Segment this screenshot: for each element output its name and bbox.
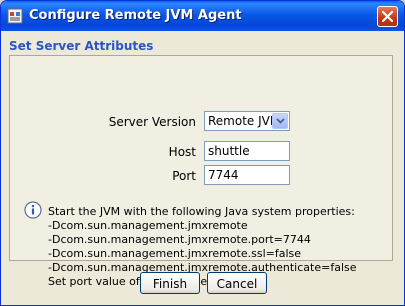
app-icon <box>7 8 23 24</box>
instruction-line: Start the JVM with the following Java sy… <box>48 205 355 218</box>
port-input[interactable] <box>204 165 290 185</box>
instruction-line: -Dcom.sun.management.jmxremote.ssl=false <box>48 247 302 260</box>
attributes-panel: Server Version Remote JVM Host Port <box>9 55 393 288</box>
close-icon <box>382 11 393 22</box>
server-version-select[interactable]: Remote JVM <box>204 111 290 131</box>
finish-button[interactable]: Finish <box>140 272 200 294</box>
instruction-line: -Dcom.sun.management.jmxremote <box>48 219 248 232</box>
host-input[interactable] <box>204 141 290 161</box>
cancel-button[interactable]: Cancel <box>207 272 267 294</box>
dropdown-arrow-button[interactable] <box>272 113 288 129</box>
instruction-line: Set port value of your choice. <box>48 275 211 288</box>
title-bar[interactable]: Configure Remote JVM Agent <box>1 1 404 31</box>
server-version-value: Remote JVM <box>208 114 281 128</box>
instruction-line: -Dcom.sun.management.jmxremote.port=7744 <box>48 233 311 246</box>
instructions-text: Start the JVM with the following Java sy… <box>48 205 357 289</box>
close-button[interactable] <box>377 6 398 27</box>
dialog-window: Configure Remote JVM Agent Set Server At… <box>0 0 405 306</box>
host-label: Host <box>168 145 196 159</box>
chevron-down-icon <box>276 118 285 124</box>
dialog-body: Set Server Attributes Server Version Rem… <box>4 31 401 303</box>
section-title: Set Server Attributes <box>9 39 154 53</box>
window-title: Configure Remote JVM Agent <box>29 8 242 23</box>
info-icon <box>24 201 42 219</box>
instruction-line: -Dcom.sun.management.jmxremote.authentic… <box>48 261 357 274</box>
server-version-label: Server Version <box>108 115 196 129</box>
port-label: Port <box>172 169 196 183</box>
